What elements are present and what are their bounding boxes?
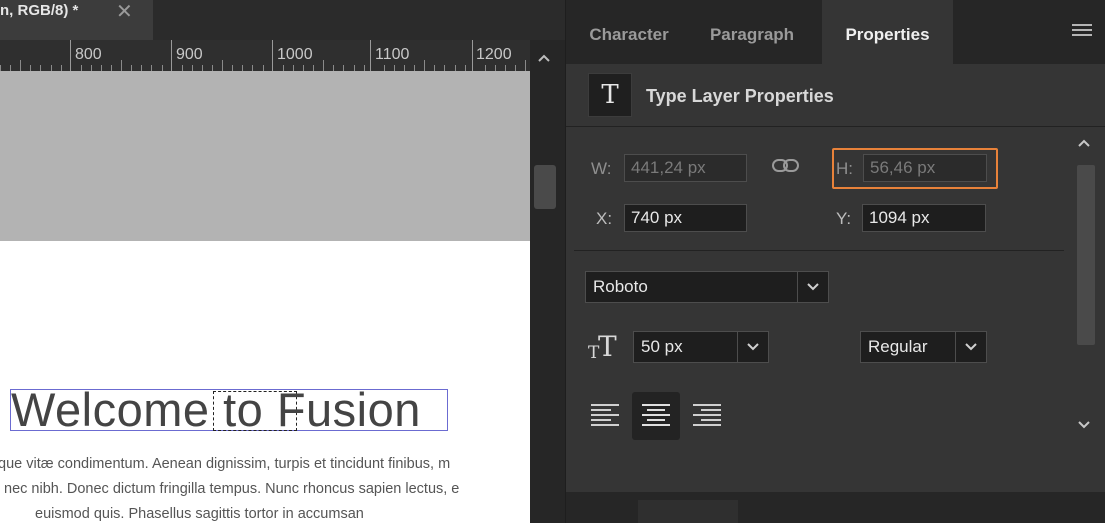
font-family-dropdown[interactable]: Roboto — [585, 271, 829, 303]
ruler-label: 900 — [176, 46, 203, 63]
y-label: Y: — [836, 209, 852, 228]
canvas-body-line: que vitæ condimentum. Aenean dignissim, … — [0, 456, 451, 472]
font-size-value: 50 px — [641, 337, 683, 356]
chevron-up-icon[interactable] — [1077, 135, 1091, 153]
svg-text:T: T — [598, 332, 617, 362]
chevron-down-icon[interactable] — [955, 332, 986, 362]
canvas-heading-text[interactable]: Welcome to Fusion — [11, 382, 421, 437]
width-field[interactable]: 441,24 px — [624, 154, 747, 182]
align-left-button[interactable] — [581, 392, 629, 440]
chevron-down-icon[interactable] — [797, 272, 828, 302]
align-center-button[interactable] — [632, 392, 680, 440]
link-icon[interactable] — [771, 156, 801, 181]
properties-panel: Character Paragraph Properties T Type La… — [565, 0, 1105, 523]
ruler-label: 1000 — [277, 46, 313, 63]
canvas-body-line: euismod quis. Phasellus sagittis tortor … — [35, 506, 364, 522]
chevron-up-icon[interactable] — [537, 50, 551, 66]
ruler-label: 1200 — [476, 46, 512, 63]
font-family-value: Roboto — [593, 277, 648, 296]
properties-body: W: 441,24 px H: 56,46 px X: 740 px Y: 10… — [566, 127, 1105, 492]
canvas-header-block — [0, 71, 530, 241]
document-tab-bar: n, RGB/8) * ✕ — [0, 0, 565, 40]
panel-tab-bar: Character Paragraph Properties — [566, 0, 1105, 64]
x-field[interactable]: 740 px — [624, 204, 747, 232]
properties-header: T Type Layer Properties — [566, 64, 1105, 127]
font-size-icon: T T — [588, 330, 622, 367]
height-field[interactable]: 56,46 px — [863, 154, 987, 182]
properties-title: Type Layer Properties — [646, 86, 834, 106]
align-center-icon — [642, 404, 670, 426]
document-tab-title: n, RGB/8) * — [0, 2, 79, 19]
bottom-panel-tab[interactable] — [638, 500, 738, 523]
horizontal-ruler: 800 900 1000 1100 1200 — [0, 40, 530, 71]
font-style-dropdown[interactable]: Regular — [860, 331, 987, 363]
scrollbar-thumb[interactable] — [534, 165, 556, 209]
canvas-body-line: nec nibh. Donec dictum fringilla tempus.… — [4, 481, 460, 497]
ruler-label: 1100 — [375, 46, 410, 63]
font-size-dropdown[interactable]: 50 px — [633, 331, 769, 363]
tab-paragraph[interactable]: Paragraph — [696, 0, 808, 64]
document-vertical-scrollbar[interactable] — [530, 71, 565, 523]
align-left-icon — [591, 404, 619, 426]
align-right-button[interactable] — [683, 392, 731, 440]
chevron-down-icon[interactable] — [1077, 417, 1091, 435]
tab-properties[interactable]: Properties — [822, 0, 953, 64]
document-tab[interactable]: n, RGB/8) * ✕ — [0, 0, 153, 40]
align-right-icon — [693, 404, 721, 426]
x-label: X: — [596, 209, 613, 228]
tab-character[interactable]: Character — [574, 0, 684, 64]
panel-bottom-bar — [566, 492, 1105, 523]
close-icon[interactable]: ✕ — [116, 0, 133, 24]
width-label: W: — [591, 159, 612, 178]
font-style-value: Regular — [868, 337, 928, 356]
panel-menu-icon[interactable] — [1072, 24, 1092, 39]
height-label: H: — [836, 159, 853, 178]
chevron-down-icon[interactable] — [737, 332, 768, 362]
section-divider — [574, 250, 1064, 251]
ruler-label: 800 — [75, 46, 102, 63]
canvas-content[interactable]: Welcome to Fusion que vitæ condimentum. … — [0, 241, 530, 523]
y-field[interactable]: 1094 px — [862, 204, 986, 232]
scrollbar-thumb[interactable] — [1077, 165, 1095, 345]
type-layer-icon: T — [588, 73, 632, 117]
panel-vertical-scrollbar[interactable] — [1074, 135, 1098, 435]
